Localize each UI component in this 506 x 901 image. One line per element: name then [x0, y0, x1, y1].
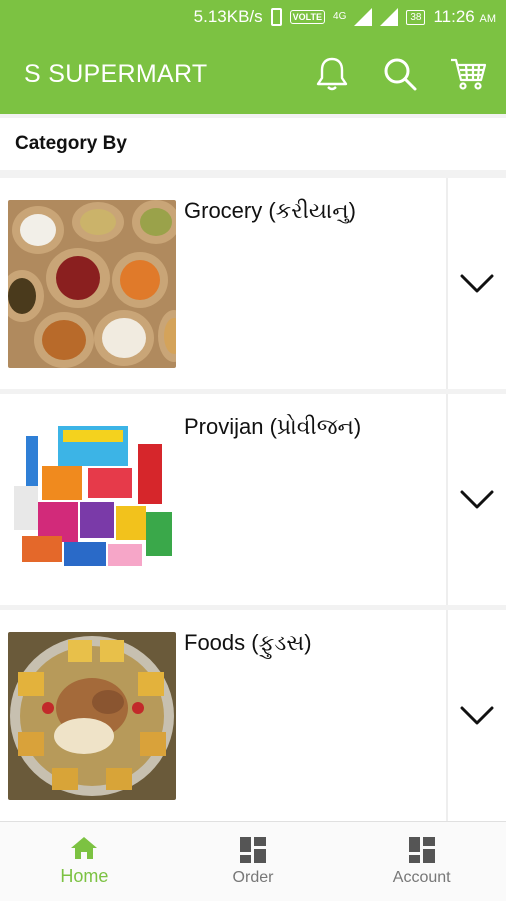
expand-toggle[interactable]: [448, 394, 506, 605]
category-title: Provijan (પ્રોવીજન): [184, 414, 362, 439]
status-bar: 5.13KB/s VOLTE 4G 38 11:26 AM: [0, 0, 506, 34]
volte-badge: VOLTE: [289, 10, 326, 24]
nav-order[interactable]: Order: [169, 822, 338, 901]
category-item-grocery[interactable]: Grocery (કરીયાનુ): [0, 178, 506, 389]
battery-icon: 38: [406, 9, 426, 25]
category-item-main[interactable]: Foods (ફુડસ): [0, 610, 448, 821]
nav-home-label: Home: [60, 866, 109, 886]
category-item-foods[interactable]: Foods (ફુડસ): [0, 610, 506, 821]
clock-ampm: AM: [479, 13, 497, 25]
category-title: Grocery (કરીયાનુ): [184, 198, 356, 223]
expand-toggle[interactable]: [448, 178, 506, 389]
clock-time: 11:26: [433, 7, 475, 26]
nav-account-label: Account: [392, 868, 451, 886]
category-item-provijan[interactable]: Provijan (પ્રોવીજન): [0, 394, 506, 605]
phone-icon: [270, 8, 282, 26]
nav-home[interactable]: Home: [0, 822, 169, 901]
app-title: S SUPERMART: [24, 59, 208, 88]
category-header-label: Category By: [15, 133, 127, 154]
provision-products-image: [8, 416, 176, 584]
expand-toggle[interactable]: [448, 610, 506, 821]
category-item-main[interactable]: Provijan (પ્રોવીજન): [0, 394, 448, 605]
dry-fruits-image: [8, 632, 176, 800]
grid-icon: [240, 836, 266, 863]
cart-icon[interactable]: [446, 52, 490, 96]
nav-account[interactable]: Account: [337, 822, 506, 901]
network-speed: 5.13KB/s: [193, 7, 263, 26]
category-item-main[interactable]: Grocery (કરીયાનુ): [0, 178, 448, 389]
signal-icon-2: [380, 8, 399, 26]
category-header: Category By: [0, 118, 506, 170]
search-icon[interactable]: [378, 52, 422, 96]
category-title: Foods (ફુડસ): [184, 630, 312, 655]
home-icon: [71, 837, 98, 859]
grid-icon: [408, 836, 435, 863]
nav-order-label: Order: [232, 868, 274, 886]
signal-icon: [354, 8, 373, 26]
bottom-nav: Home Order Account: [0, 821, 506, 901]
grocery-sacks-image: [8, 200, 176, 368]
app-bar: S SUPERMART: [0, 34, 506, 114]
network-type: 4G: [333, 11, 347, 22]
clock: 11:26 AM: [433, 7, 496, 27]
chevron-down-icon: [460, 490, 494, 508]
chevron-down-icon: [460, 274, 494, 292]
bell-icon[interactable]: [310, 52, 354, 96]
chevron-down-icon: [460, 706, 494, 724]
